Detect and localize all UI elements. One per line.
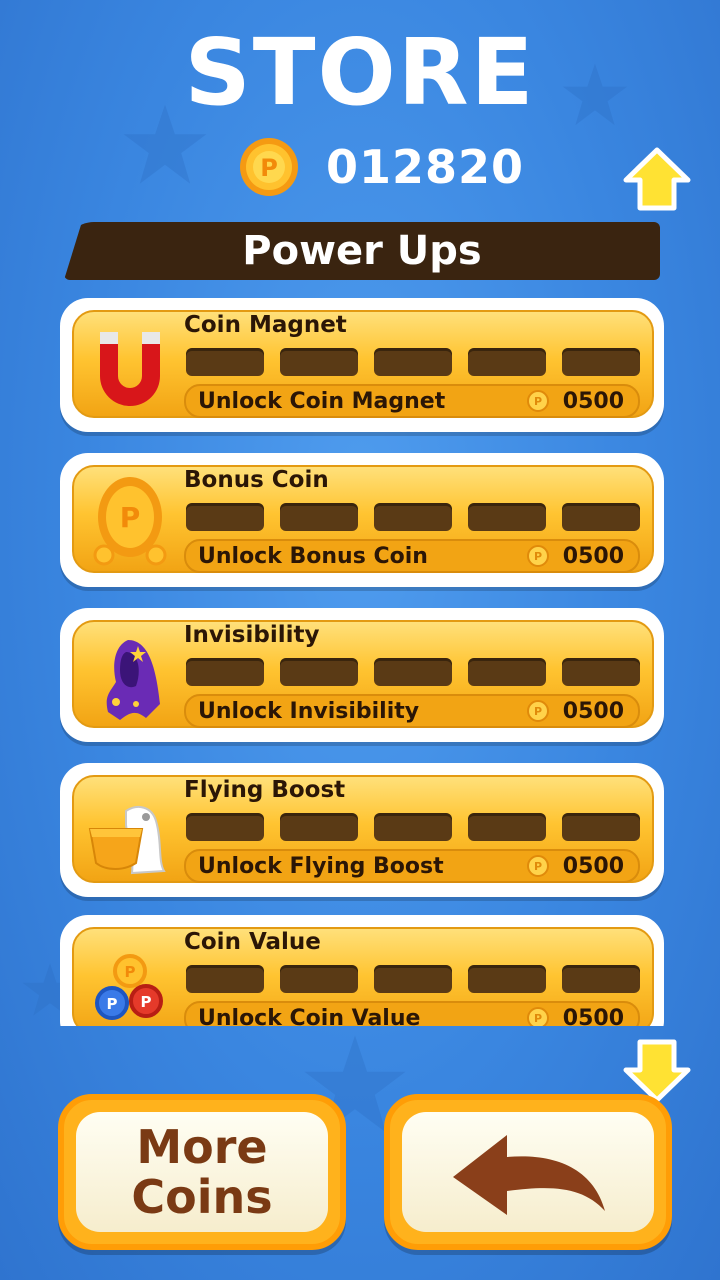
coin-icon: P [526,700,549,722]
unlock-label: Unlock Bonus Coin [198,543,428,569]
upgrade-slot [374,348,452,376]
invisibility-cloak-icon [106,640,160,720]
upgrade-slot [280,965,358,993]
upgrade-slot [374,965,452,993]
price: 0500 [562,1005,624,1027]
upgrade-level-bars [186,348,640,376]
svg-text:P: P [534,860,542,873]
upgrade-level-bars [186,658,640,686]
upgrade-slot [280,658,358,686]
coin-icon: P [526,390,549,412]
upgrade-slot [468,965,546,993]
svg-text:P: P [534,705,542,718]
svg-text:P: P [260,154,278,182]
coin-icon: P [526,1007,549,1026]
scroll-up-arrow-icon[interactable] [622,146,692,216]
svg-text:P: P [141,993,152,1011]
upgrade-slot [186,658,264,686]
upgrade-slot [468,813,546,841]
upgrade-level-bars [186,813,640,841]
upgrade-slot [562,658,640,686]
button-face: More Coins [76,1112,328,1232]
upgrade-slot [374,503,452,531]
unlock-button[interactable]: Unlock Coin Value P 0500 [184,1001,640,1026]
svg-text:P: P [125,963,136,981]
page-title: STORE [184,19,536,126]
upgrade-slot [374,813,452,841]
powerup-name: Flying Boost [184,777,346,803]
unlock-button[interactable]: Unlock Flying Boost P 0500 [184,849,640,883]
unlock-button[interactable]: Unlock Invisibility P 0500 [184,694,640,728]
powerup-name: Coin Magnet [184,312,347,338]
powerup-card-invisibility[interactable]: Invisibility Unlock Invisibility P 0500 [60,608,664,742]
unlock-label: Unlock Invisibility [198,698,420,724]
svg-text:P: P [534,1012,542,1025]
upgrade-slot [186,348,264,376]
powerup-name: Invisibility [184,622,320,648]
coin-value-icon: P P P [95,954,163,1020]
unlock-button[interactable]: Unlock Bonus Coin P 0500 [184,539,640,573]
upgrade-slot [280,813,358,841]
upgrade-level-bars [186,965,640,993]
powerup-name: Coin Value [184,929,321,955]
more-coins-label: More Coins [131,1120,273,1224]
upgrade-slot [280,348,358,376]
upgrade-slot [562,813,640,841]
unlock-label: Unlock Coin Value [198,1005,421,1027]
svg-text:P: P [120,501,141,534]
powerup-list[interactable]: Coin Magnet Unlock Coin Magnet P 0500 P … [60,298,666,1026]
upgrade-slot [186,965,264,993]
price: 0500 [562,543,624,569]
powerup-card-coin-magnet[interactable]: Coin Magnet Unlock Coin Magnet P 0500 [60,298,664,432]
back-arrow-icon [453,1135,605,1215]
price: 0500 [562,853,624,879]
magnet-icon [100,332,160,406]
upgrade-level-bars [186,503,640,531]
unlock-label: Unlock Flying Boost [198,853,444,879]
powerup-card-coin-value[interactable]: P P P Coin Value Unlock Coin Value P 050… [60,915,664,1026]
price: 0500 [562,388,624,414]
back-button[interactable] [384,1094,672,1250]
price: 0500 [562,698,624,724]
powerup-card-bonus-coin[interactable]: P Bonus Coin Unlock Bonus Coin P 0500 [60,453,664,587]
svg-text:P: P [534,550,542,563]
flying-boost-icon [88,805,166,875]
powerup-name: Bonus Coin [184,467,329,493]
upgrade-slot [468,503,546,531]
upgrade-slot [468,658,546,686]
coin-count: 012820 [326,140,525,194]
svg-text:P: P [107,995,118,1013]
upgrade-slot [186,503,264,531]
section-banner: Power Ups [64,222,660,280]
upgrade-slot [562,503,640,531]
bonus-coin-icon: P [93,477,167,566]
unlock-label: Unlock Coin Magnet [198,388,446,414]
coin-icon: P [240,138,298,196]
powerup-card-flying-boost[interactable]: Flying Boost Unlock Flying Boost P 0500 [60,763,664,897]
section-title: Power Ups [242,228,482,274]
upgrade-slot [374,658,452,686]
button-face [402,1112,654,1232]
upgrade-slot [468,348,546,376]
coin-balance: P 012820 [238,134,524,200]
coin-icon: P [526,855,549,877]
svg-text:P: P [534,395,542,408]
upgrade-slot [562,965,640,993]
unlock-button[interactable]: Unlock Coin Magnet P 0500 [184,384,640,418]
upgrade-slot [562,348,640,376]
upgrade-slot [280,503,358,531]
more-coins-button[interactable]: More Coins [58,1094,346,1250]
coin-icon: P [526,545,549,567]
upgrade-slot [186,813,264,841]
